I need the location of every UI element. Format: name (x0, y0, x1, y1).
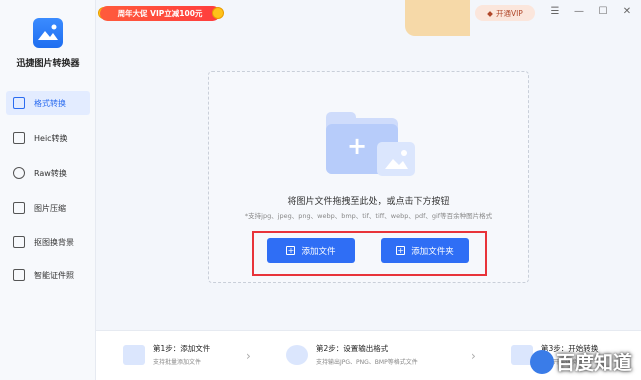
id-photo-icon (13, 269, 25, 281)
chevron-right-icon: › (471, 349, 476, 363)
sidebar: 迅捷图片转换器 格式转换 Heic转换 Raw转换 图片压缩 抠图换背景 智能证… (0, 0, 96, 380)
maximize-icon[interactable]: ☐ (596, 5, 610, 19)
sidebar-item-label: 图片压缩 (34, 203, 66, 213)
close-icon[interactable]: ✕ (620, 5, 634, 19)
vip-button-label: 开通VIP (495, 8, 523, 18)
mascot-illustration (405, 0, 470, 36)
add-folder-label: 添加文件夹 (411, 246, 454, 257)
drop-instruction: 将图片文件拖拽至此处，或点击下方按钮 (287, 197, 450, 207)
minimize-icon[interactable]: — (572, 5, 586, 19)
step-title: 第1步：添加文件 (153, 344, 211, 353)
add-folder-icon: + (396, 246, 406, 255)
add-file-icon: + (286, 246, 296, 255)
image-icon (377, 142, 415, 176)
add-file-step-icon (123, 345, 145, 365)
sidebar-item-label: 格式转换 (34, 98, 66, 108)
vip-button[interactable]: ◆ 开通VIP (475, 5, 535, 21)
sidebar-item-label: 智能证件照 (34, 270, 74, 280)
promo-banner[interactable]: 周年大促 VIP立减100元 (100, 6, 220, 21)
sidebar-item-id-photo[interactable]: 智能证件照 (6, 263, 90, 287)
sidebar-item-compress[interactable]: 图片压缩 (6, 196, 90, 220)
supported-formats: *支持jpg、jpeg、png、webp、bmp、tif、tiff、webp、p… (244, 212, 493, 220)
watermark: 百度知道 (556, 352, 633, 374)
settings-step-icon (286, 345, 308, 365)
step-title: 第2步：设置输出格式 (316, 344, 389, 353)
add-file-button[interactable]: + 添加文件 (267, 238, 355, 263)
baidu-paw-icon (530, 350, 554, 374)
coin-icon (212, 7, 224, 19)
sidebar-item-label: Raw转换 (34, 168, 67, 178)
diamond-icon: ◆ (487, 8, 493, 18)
raw-icon (13, 167, 25, 179)
step-desc: 支持输出JPG、PNG、BMP等格式文件 (316, 359, 418, 366)
image-convert-icon (13, 97, 25, 109)
sidebar-item-cutout[interactable]: 抠图换背景 (6, 230, 90, 254)
app-name: 迅捷图片转换器 (16, 59, 80, 69)
plus-icon: + (347, 132, 368, 160)
sidebar-item-label: Heic转换 (34, 133, 68, 143)
menu-icon[interactable]: ☰ (548, 5, 562, 19)
heic-icon (13, 132, 25, 144)
sidebar-item-raw[interactable]: Raw转换 (6, 161, 90, 185)
step-desc: 支持批量添加文件 (153, 359, 202, 366)
sidebar-item-label: 抠图换背景 (34, 237, 74, 247)
add-folder-button[interactable]: + 添加文件夹 (381, 238, 469, 263)
sidebar-item-format-convert[interactable]: 格式转换 (6, 91, 90, 115)
chevron-right-icon: › (246, 349, 251, 363)
add-file-label: 添加文件 (301, 246, 336, 257)
sidebar-item-heic[interactable]: Heic转换 (6, 126, 90, 150)
compress-icon (13, 202, 25, 214)
app-logo (33, 18, 63, 48)
cutout-icon (13, 236, 25, 248)
